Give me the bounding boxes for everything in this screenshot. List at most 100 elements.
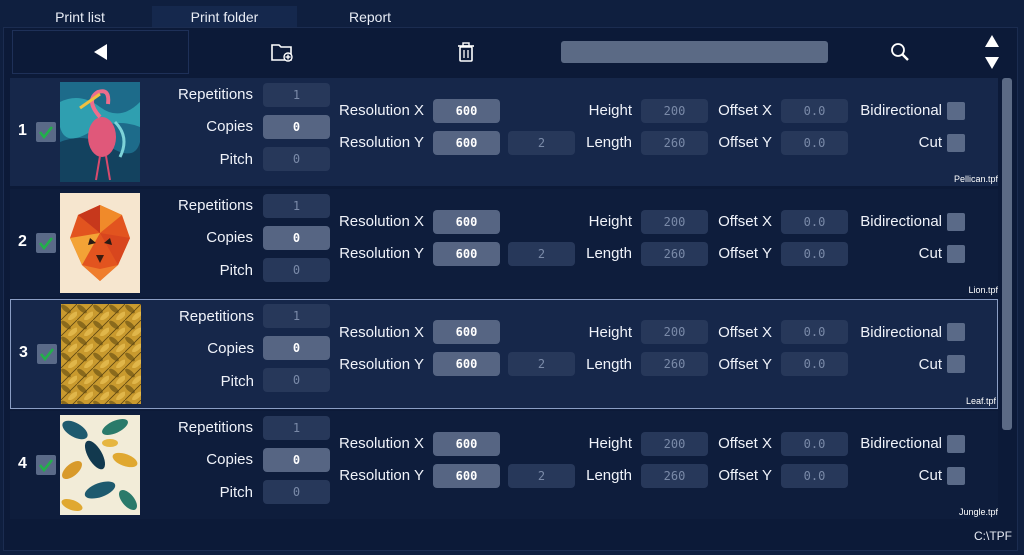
length-field[interactable]: 260 — [641, 464, 708, 488]
pitch-field[interactable]: 0 — [263, 258, 330, 282]
copies-field[interactable]: 0 — [263, 336, 330, 360]
offset-x-field[interactable]: 0.0 — [781, 99, 848, 123]
back-button[interactable] — [12, 30, 189, 74]
copies-field[interactable]: 0 — [263, 115, 330, 139]
length-field[interactable]: 260 — [641, 131, 708, 155]
offset-y-label: Offset Y — [718, 467, 772, 484]
list-item[interactable]: 4 Repetitions Copies Pitch 1 0 0 Resolut… — [10, 411, 998, 519]
offset-y-field[interactable]: 0.0 — [781, 352, 848, 376]
repetitions-field[interactable]: 1 — [263, 83, 330, 107]
resolution-y-label: Resolution Y — [339, 356, 424, 373]
height-field[interactable]: 200 — [641, 432, 708, 456]
thumbnail-pelican[interactable] — [60, 82, 140, 182]
cut-checkbox[interactable] — [947, 245, 965, 263]
repetitions-field[interactable]: 1 — [263, 304, 330, 328]
pitch-field[interactable]: 0 — [263, 147, 330, 171]
tab-print-list[interactable]: Print list — [32, 6, 128, 28]
pitch-field[interactable]: 0 — [263, 368, 330, 392]
height-field[interactable]: 200 — [641, 99, 708, 123]
item-checkbox[interactable] — [36, 455, 56, 475]
repetitions-field[interactable]: 1 — [263, 416, 330, 440]
cut-label: Cut — [918, 356, 942, 373]
cut-label: Cut — [918, 245, 942, 262]
list-item[interactable]: 2 Repetitions Copies Pitch 1 0 0 Resolut… — [10, 189, 998, 297]
item-checkbox[interactable] — [36, 233, 56, 253]
bidirectional-label: Bidirectional — [860, 435, 942, 452]
bidirectional-label: Bidirectional — [860, 324, 942, 341]
offset-x-field[interactable]: 0.0 — [781, 432, 848, 456]
copies-field[interactable]: 0 — [263, 448, 330, 472]
repetitions-label: Repetitions — [178, 308, 254, 325]
list-item[interactable]: 1 Repetitions Copies Pitch 1 0 0 Resolut… — [10, 78, 998, 186]
list-scrollbar[interactable] — [1000, 78, 1014, 522]
new-folder-button[interactable] — [240, 30, 324, 74]
item-number: 4 — [18, 455, 27, 472]
height-label: Height — [588, 324, 632, 341]
length-field[interactable]: 260 — [641, 352, 708, 376]
resolution-x-label: Resolution X — [338, 435, 424, 452]
bidirectional-checkbox[interactable] — [947, 323, 965, 341]
thumbnail-jungle[interactable] — [60, 415, 140, 515]
resolution-y-field[interactable]: 600 — [433, 464, 500, 488]
bidirectional-checkbox[interactable] — [947, 435, 965, 453]
resolution-x-label: Resolution X — [338, 324, 424, 341]
length-label: Length — [586, 245, 632, 262]
folder-path: C:\TPF — [974, 529, 1012, 543]
print-folder-list: 1 Repetitions Copies Pitch 1 0 0 Resolut… — [10, 78, 998, 522]
thumbnail-leaf[interactable] — [61, 304, 141, 404]
bidirectional-checkbox[interactable] — [947, 102, 965, 120]
offset-y-field[interactable]: 0.0 — [781, 131, 848, 155]
resolution-y-field[interactable]: 600 — [433, 242, 500, 266]
offset-x-label: Offset X — [718, 213, 772, 230]
resolution-y-divisor-field[interactable]: 2 — [508, 242, 575, 266]
resolution-y-field[interactable]: 600 — [433, 352, 500, 376]
length-label: Length — [586, 356, 632, 373]
copies-field[interactable]: 0 — [263, 226, 330, 250]
scrollbar-thumb[interactable] — [1002, 78, 1012, 430]
resolution-y-divisor-field[interactable]: 2 — [508, 131, 575, 155]
height-field[interactable]: 200 — [641, 320, 708, 344]
cut-label: Cut — [918, 134, 942, 151]
thumbnail-lion[interactable] — [60, 193, 140, 293]
repetitions-field[interactable]: 1 — [263, 194, 330, 218]
back-triangle-icon — [93, 44, 107, 60]
tab-report[interactable]: Report — [322, 6, 418, 28]
offset-x-label: Offset X — [718, 435, 772, 452]
item-checkbox[interactable] — [36, 122, 56, 142]
length-field[interactable]: 260 — [641, 242, 708, 266]
tab-print-folder[interactable]: Print folder — [152, 6, 297, 28]
offset-y-field[interactable]: 0.0 — [781, 464, 848, 488]
move-down-button[interactable] — [978, 52, 1006, 74]
file-name: Lion.tpf — [968, 285, 998, 295]
resolution-y-label: Resolution Y — [339, 134, 424, 151]
resolution-x-field[interactable]: 600 — [433, 99, 500, 123]
resolution-y-field[interactable]: 600 — [433, 131, 500, 155]
resolution-x-field[interactable]: 600 — [433, 432, 500, 456]
pitch-label: Pitch — [220, 373, 254, 390]
offset-y-label: Offset Y — [718, 245, 772, 262]
move-up-button[interactable] — [978, 30, 1006, 52]
search-button[interactable] — [878, 30, 922, 74]
resolution-x-field[interactable]: 600 — [433, 210, 500, 234]
cut-checkbox[interactable] — [947, 355, 965, 373]
bidirectional-checkbox[interactable] — [947, 213, 965, 231]
copies-label: Copies — [207, 340, 254, 357]
list-item-selected[interactable]: 3 Repetitions Copies Pitch 1 0 0 Resolut… — [10, 299, 998, 409]
resolution-y-divisor-field[interactable]: 2 — [508, 352, 575, 376]
cut-checkbox[interactable] — [947, 467, 965, 485]
resolution-x-field[interactable]: 600 — [433, 320, 500, 344]
pitch-field[interactable]: 0 — [263, 480, 330, 504]
checkmark-icon — [39, 348, 55, 362]
resolution-y-divisor-field[interactable]: 2 — [508, 464, 575, 488]
item-checkbox[interactable] — [37, 344, 57, 364]
offset-x-field[interactable]: 0.0 — [781, 210, 848, 234]
checkmark-icon — [38, 126, 54, 140]
search-input[interactable] — [561, 41, 828, 63]
cut-checkbox[interactable] — [947, 134, 965, 152]
offset-y-field[interactable]: 0.0 — [781, 242, 848, 266]
height-field[interactable]: 200 — [641, 210, 708, 234]
pitch-label: Pitch — [219, 484, 253, 501]
file-name: Pellican.tpf — [953, 174, 998, 184]
offset-x-field[interactable]: 0.0 — [781, 320, 848, 344]
delete-button[interactable] — [430, 30, 502, 74]
